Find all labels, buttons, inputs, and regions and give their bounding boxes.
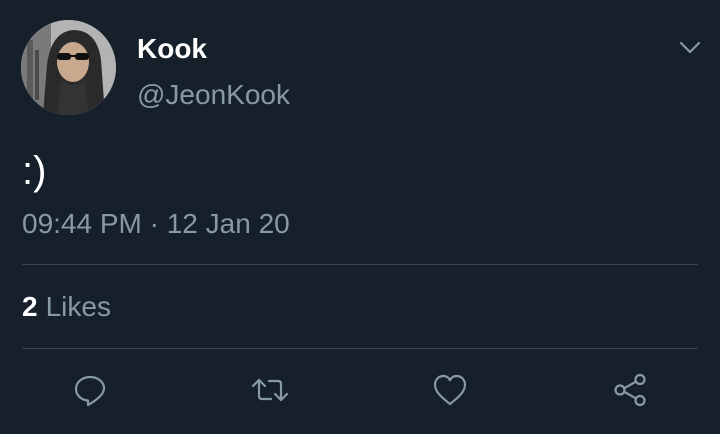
avatar[interactable] <box>21 20 116 115</box>
divider <box>22 348 698 349</box>
tweet-text: :) <box>22 149 47 193</box>
share-icon <box>611 372 649 408</box>
share-button[interactable] <box>610 370 650 410</box>
reply-icon <box>72 372 108 408</box>
likes-label: Likes <box>45 291 111 322</box>
likes-stat[interactable]: 2 Likes <box>22 290 111 324</box>
chevron-down-icon[interactable] <box>676 34 704 60</box>
reply-button[interactable] <box>70 370 110 410</box>
author-display-name[interactable]: Kook <box>137 32 207 66</box>
divider <box>22 264 698 265</box>
retweet-button[interactable] <box>250 370 290 410</box>
author-handle[interactable]: @JeonKook <box>137 78 290 112</box>
tweet-detail: Kook @JeonKook :) 09:44 PM · 12 Jan 20 2… <box>0 0 720 434</box>
heart-icon <box>432 373 468 407</box>
retweet-icon <box>250 372 290 408</box>
tweet-timestamp[interactable]: 09:44 PM · 12 Jan 20 <box>22 207 290 241</box>
like-button[interactable] <box>430 370 470 410</box>
likes-count: 2 <box>22 291 38 322</box>
